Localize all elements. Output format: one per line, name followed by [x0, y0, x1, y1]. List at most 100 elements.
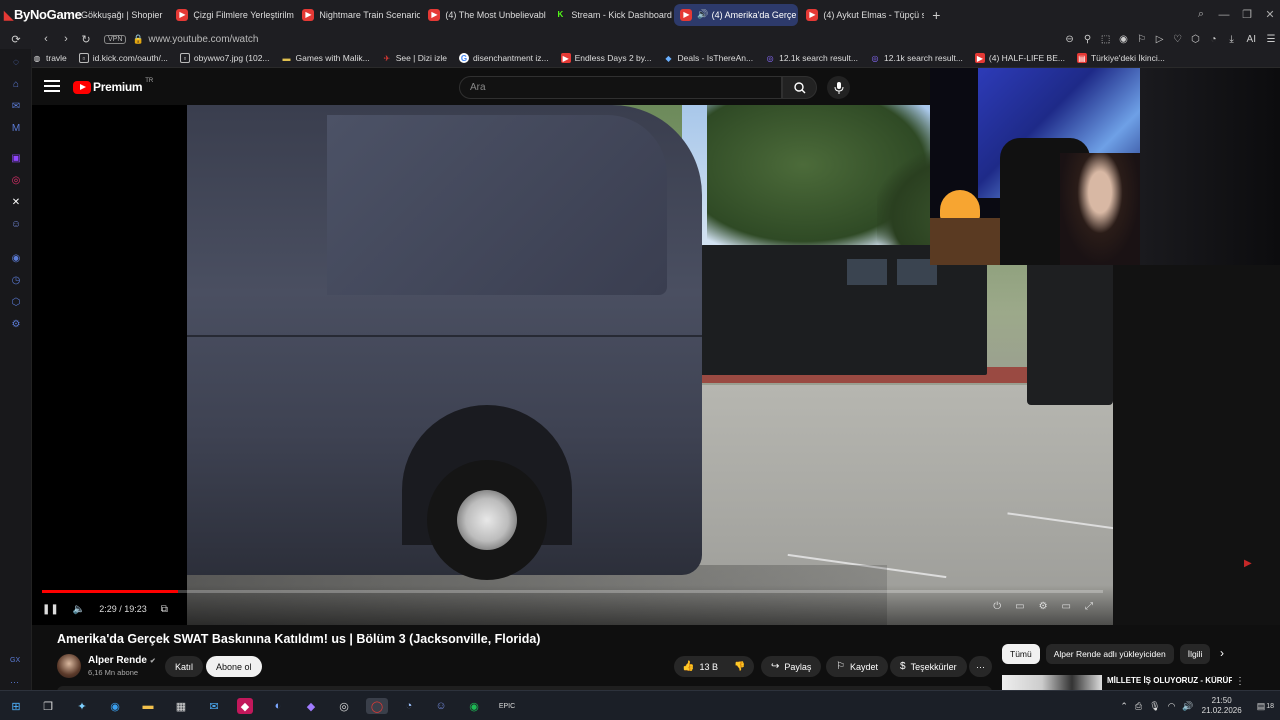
- m-app-icon[interactable]: M: [9, 121, 23, 135]
- task-view-icon[interactable]: ❐: [40, 698, 56, 714]
- download-icon[interactable]: ⤓: [1223, 34, 1241, 45]
- store-icon[interactable]: ▦: [173, 698, 189, 714]
- bookmark-item[interactable]: ▫ id.kick.com/oauth/...: [78, 53, 168, 63]
- bookmark-item[interactable]: Gdisenchantment iz...: [459, 53, 549, 63]
- bookmark-item[interactable]: ◎ 12.1k search result...: [870, 53, 963, 63]
- windows-start-icon[interactable]: ⊞: [8, 698, 24, 714]
- channel-name-row[interactable]: Alper Rende ✔: [88, 655, 156, 666]
- like-button[interactable]: 👍 13 B: [674, 656, 726, 677]
- instagram-icon[interactable]: ◎: [9, 173, 23, 187]
- chevron-right-icon[interactable]: ›: [1220, 646, 1224, 660]
- lock-icon[interactable]: 🔒: [132, 34, 144, 45]
- hamburger-menu-icon[interactable]: [44, 80, 60, 92]
- app-icon[interactable]: ◆: [303, 698, 319, 714]
- refresh-icon[interactable]: ⟳: [6, 33, 26, 46]
- menu-icon[interactable]: ☰: [1262, 34, 1280, 45]
- youtube-logo[interactable]: Premium TR: [73, 78, 153, 94]
- epic-games-icon[interactable]: EPIC: [499, 698, 515, 714]
- bookmark-item[interactable]: ▤ Türkiye'deki İkinci...: [1076, 53, 1165, 63]
- url-field[interactable]: www.youtube.com/watch: [148, 34, 258, 45]
- forward-icon[interactable]: ›: [56, 33, 76, 45]
- avatar[interactable]: [57, 654, 81, 678]
- player-sidebar-icon[interactable]: ◉: [9, 251, 23, 265]
- twitch-icon[interactable]: ▣: [9, 151, 23, 165]
- discord-icon[interactable]: ☺: [9, 217, 23, 231]
- tab-kick-dashboard[interactable]: K Stream - Kick Dashboard: [548, 4, 672, 26]
- clock[interactable]: 21:50 21.02.2026: [1202, 696, 1242, 716]
- bookmark-item[interactable]: ▶ Endless Days 2 by...: [560, 53, 652, 63]
- steam-icon[interactable]: ◔: [401, 698, 417, 714]
- wifi-icon[interactable]: ◠: [1168, 701, 1176, 712]
- volume-tray-icon[interactable]: 🔊: [1182, 701, 1193, 712]
- zoom-icon[interactable]: ⊖: [1061, 34, 1079, 45]
- volume-icon[interactable]: 🔈: [73, 604, 85, 615]
- chip-from-uploader[interactable]: Alper Rende adlı yükleyiciden: [1045, 644, 1174, 664]
- progress-bar[interactable]: [42, 590, 1103, 593]
- pause-icon[interactable]: ❚❚: [42, 604, 59, 615]
- autoplay-icon[interactable]: ⏻: [993, 601, 1001, 612]
- tab-nightmare-train[interactable]: ▶ Nightmare Train Scenario: [296, 4, 420, 26]
- gx-label[interactable]: GX: [10, 657, 20, 664]
- heart-icon[interactable]: ♡: [1169, 34, 1187, 45]
- bookmark-icon[interactable]: ⚐: [1133, 34, 1151, 45]
- recommended-title[interactable]: MİLLETE İŞ OLUYORUZ - KÜRÜF EFEBSEK YAYI…: [1107, 676, 1232, 690]
- save-button[interactable]: ⚐ Kaydet: [826, 656, 888, 677]
- ai-button[interactable]: AI: [1247, 34, 1256, 45]
- more-vertical-icon[interactable]: ⋮: [1235, 676, 1245, 687]
- thanks-button[interactable]: $ Teşekkürler: [890, 656, 967, 677]
- bookmark-item[interactable]: ▶ (4) HALF-LIFE BE...: [974, 53, 1065, 63]
- tab-cizgi-filmler[interactable]: ▶ Çizgi Filmlere Yerleştirilmi: [170, 4, 294, 26]
- camera-icon[interactable]: ◉: [1115, 34, 1133, 45]
- edge-icon[interactable]: ◉: [107, 698, 123, 714]
- join-button[interactable]: Katıl: [165, 656, 204, 677]
- opera-gx-icon[interactable]: ◯: [366, 698, 388, 714]
- reload-icon[interactable]: ↻: [76, 33, 96, 46]
- chip-related[interactable]: İlgili: [1179, 644, 1211, 664]
- fullscreen-icon[interactable]: ⤢: [1085, 601, 1093, 612]
- recommended-thumbnail[interactable]: [1002, 675, 1102, 690]
- app-icon[interactable]: ◆: [237, 698, 253, 714]
- history-icon[interactable]: ◷: [9, 273, 23, 287]
- tab-aykut-elmas[interactable]: ▶ (4) Aykut Elmas - Tüpçü sc: [800, 4, 924, 26]
- vpn-badge[interactable]: VPN: [104, 34, 127, 44]
- bookmark-item[interactable]: ▫ obywwo7.jpg (102...: [179, 53, 270, 63]
- notification-icon[interactable]: ▤: [1257, 701, 1266, 712]
- search-button[interactable]: [782, 76, 817, 99]
- new-tab-button[interactable]: +: [926, 7, 946, 23]
- bookmark-item[interactable]: ◆ Deals - IsThereAn...: [664, 53, 753, 63]
- chapters-icon[interactable]: ⧉: [161, 604, 168, 615]
- screenshot-icon[interactable]: ⬚: [1097, 34, 1115, 45]
- messenger-icon[interactable]: ✉: [9, 99, 23, 113]
- subscribe-button[interactable]: Abone ol: [206, 656, 262, 677]
- channel-name[interactable]: Alper Rende: [88, 655, 147, 666]
- player-icon[interactable]: ▷: [1151, 34, 1169, 45]
- bookmark-item[interactable]: ▬ Games with Malik...: [282, 53, 370, 63]
- search-input[interactable]: [460, 77, 781, 98]
- browser-brand[interactable]: ◣ ByNoGame: [0, 0, 82, 29]
- settings-gear-icon[interactable]: ⚙: [1039, 601, 1048, 612]
- dislike-button[interactable]: 👎: [726, 656, 754, 677]
- discord-taskbar-icon[interactable]: ☺: [433, 698, 449, 714]
- subtitles-icon[interactable]: ▭: [1015, 601, 1024, 612]
- settings-icon[interactable]: ⚙: [9, 317, 23, 331]
- x-icon[interactable]: ✕: [9, 195, 23, 209]
- network-icon[interactable]: ⎙: [1135, 701, 1142, 712]
- voice-search-button[interactable]: [827, 76, 850, 99]
- app-icon[interactable]: ◎: [336, 698, 352, 714]
- file-explorer-icon[interactable]: ▬: [140, 698, 156, 714]
- pin-icon[interactable]: ⚲: [1079, 34, 1097, 45]
- theater-icon[interactable]: ▭: [1062, 601, 1071, 612]
- extensions-sidebar-icon[interactable]: ⬡: [9, 295, 23, 309]
- tab-shopier[interactable]: ◌ Gökkuşağı | Shopier: [58, 4, 168, 26]
- minimize-icon[interactable]: —: [1214, 9, 1234, 21]
- app-icon[interactable]: ◐: [270, 698, 286, 714]
- search-tabs-icon[interactable]: ⌕: [1191, 8, 1211, 21]
- back-icon[interactable]: ‹: [36, 33, 56, 45]
- close-icon[interactable]: ✕: [1260, 8, 1280, 21]
- chevron-up-icon[interactable]: ⌃: [1120, 701, 1128, 712]
- more-actions-button[interactable]: ···: [969, 656, 992, 677]
- copilot-icon[interactable]: ✦: [74, 698, 90, 714]
- bookmark-item[interactable]: ✈ See | Dizi izle: [382, 53, 447, 63]
- more-icon[interactable]: ···: [10, 677, 19, 687]
- mail-icon[interactable]: ✉: [206, 698, 222, 714]
